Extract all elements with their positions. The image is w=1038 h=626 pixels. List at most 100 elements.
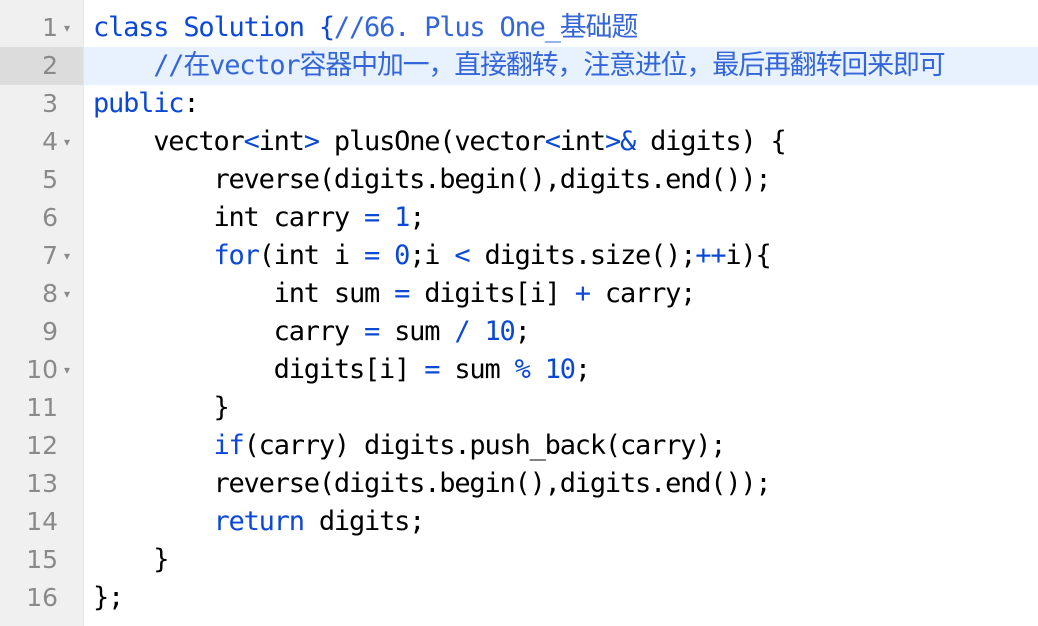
code-text[interactable]: class Solution {//66. Plus One_基础题 (93, 9, 638, 47)
code-text[interactable]: vector<int> plusOne(vector<int>& digits)… (93, 123, 787, 161)
code-text[interactable]: if(carry) digits.push_back(carry); (93, 427, 727, 465)
code-text[interactable]: digits[i] = sum % 10; (93, 351, 591, 389)
code-line[interactable]: 4 ▾ vector<int> plusOne(vector<int>& digi… (0, 123, 1038, 161)
code-line[interactable]: 10 ▾ digits[i] = sum % 10; (0, 351, 1038, 389)
fold-arrow-icon[interactable]: ▾ (64, 123, 78, 161)
code-text[interactable]: reverse(digits.begin(),digits.end()); (93, 161, 771, 199)
keyword-token: Solution (183, 12, 305, 43)
text-token: ; (409, 202, 425, 233)
code-line[interactable]: 14 return digits; (0, 503, 1038, 541)
code-text[interactable]: carry = sum / 10; (93, 313, 531, 351)
code-line[interactable]: 11 } (0, 389, 1038, 427)
operator-token: % (514, 354, 531, 385)
keyword-token: if (213, 430, 244, 461)
text-token: digits) { (635, 126, 787, 157)
text-token: } (93, 544, 169, 575)
text-token: (carry) digits.push_back(carry); (243, 430, 727, 461)
text-token: ; (514, 316, 531, 347)
code-line[interactable]: 6 int carry = 1; (0, 199, 1038, 237)
text-token: plusOne(vector (318, 126, 546, 157)
text-token: carry; (589, 278, 697, 309)
code-line[interactable]: 2 //在vector容器中加一，直接翻转，注意进位，最后再翻转回来即可 (0, 47, 1038, 85)
code-line[interactable]: 13 reverse(digits.begin(),digits.end()); (0, 465, 1038, 503)
operator-token: < (454, 240, 470, 271)
text-token: int (258, 126, 305, 157)
code-line[interactable]: 8 ▾ int sum = digits[i] + carry; (0, 275, 1038, 313)
text-token: digits[i] (409, 278, 575, 309)
text-token: carry (93, 316, 364, 347)
operator-token: ++ (695, 240, 726, 271)
keyword-token: return (213, 506, 305, 537)
operator-token: + (574, 278, 591, 309)
operator-token: > (303, 126, 320, 157)
text-token: vector (93, 126, 245, 157)
text-token: } (93, 392, 229, 423)
text-token: sum (439, 354, 515, 385)
keyword-token: { (318, 12, 335, 43)
code-text[interactable]: } (93, 541, 169, 579)
code-editor[interactable]: 1 ▾ class Solution {//66. Plus One_基础题 2 //… (0, 0, 1038, 626)
code-text[interactable]: return digits; (93, 503, 426, 541)
line-number: 15 (26, 545, 58, 574)
code-text[interactable]: reverse(digits.begin(),digits.end()); (93, 465, 771, 503)
code-text[interactable]: }; (93, 579, 124, 617)
number-token: 0 (394, 240, 410, 271)
line-number: 16 (26, 583, 58, 612)
line-number: 14 (26, 507, 58, 536)
line-number: 7 (42, 241, 58, 270)
text-token: (int i (258, 240, 365, 271)
code-text[interactable]: //在vector容器中加一，直接翻转，注意进位，最后再翻转回来即可 (93, 47, 945, 85)
code-line[interactable]: 5 reverse(digits.begin(),digits.end()); (0, 161, 1038, 199)
operator-token: = (424, 354, 440, 385)
code-text[interactable]: int sum = digits[i] + carry; (93, 275, 697, 313)
line-number: 4 (42, 127, 58, 156)
keyword-token: class (93, 12, 169, 43)
fold-arrow-icon[interactable]: ▾ (64, 9, 78, 47)
text-token: int (559, 126, 606, 157)
operator-token: < (544, 126, 561, 157)
fold-arrow-icon[interactable]: ▾ (64, 351, 78, 389)
code-line[interactable]: 12 if(carry) digits.push_back(carry); (0, 427, 1038, 465)
text-token: digits; (303, 506, 426, 537)
fold-arrow-icon[interactable]: ▾ (64, 275, 78, 313)
code-line[interactable]: 1 ▾ class Solution {//66. Plus One_基础题 (0, 9, 1038, 47)
text-token: int carry (93, 202, 364, 233)
line-number: 10 (26, 355, 58, 384)
code-text[interactable]: public: (93, 85, 200, 123)
line-number: 11 (26, 393, 58, 422)
line-number: 1 (42, 13, 58, 42)
code-text[interactable]: int carry = 1; (93, 199, 425, 237)
code-line[interactable]: 7 ▾ for(int i = 0;i < digits.size();++i){ (0, 237, 1038, 275)
text-token: sum (379, 316, 455, 347)
line-number: 8 (42, 279, 58, 308)
code-text[interactable]: } (93, 389, 229, 427)
number-token: 10 (544, 354, 576, 385)
keyword-token: for (213, 240, 259, 271)
line-number: 9 (42, 317, 58, 346)
number-token: 10 (484, 316, 515, 347)
line-number: 5 (42, 165, 58, 194)
code-text[interactable]: for(int i = 0;i < digits.size();++i){ (93, 237, 771, 275)
code-line[interactable]: 9 carry = sum / 10; (0, 313, 1038, 351)
text-token: ; (574, 354, 591, 385)
line-number: 13 (26, 469, 58, 498)
operator-token: = (364, 202, 380, 233)
code-line[interactable]: 16}; (0, 579, 1038, 617)
operator-token: / (454, 316, 470, 347)
line-number: 12 (26, 431, 58, 460)
code-line[interactable]: 15 } (0, 541, 1038, 579)
fold-arrow-icon[interactable]: ▾ (64, 237, 78, 275)
comment-token: //66. Plus One_基础题 (333, 12, 638, 43)
code-line[interactable]: 3 public: (0, 85, 1038, 123)
number-token: 1 (394, 202, 410, 233)
